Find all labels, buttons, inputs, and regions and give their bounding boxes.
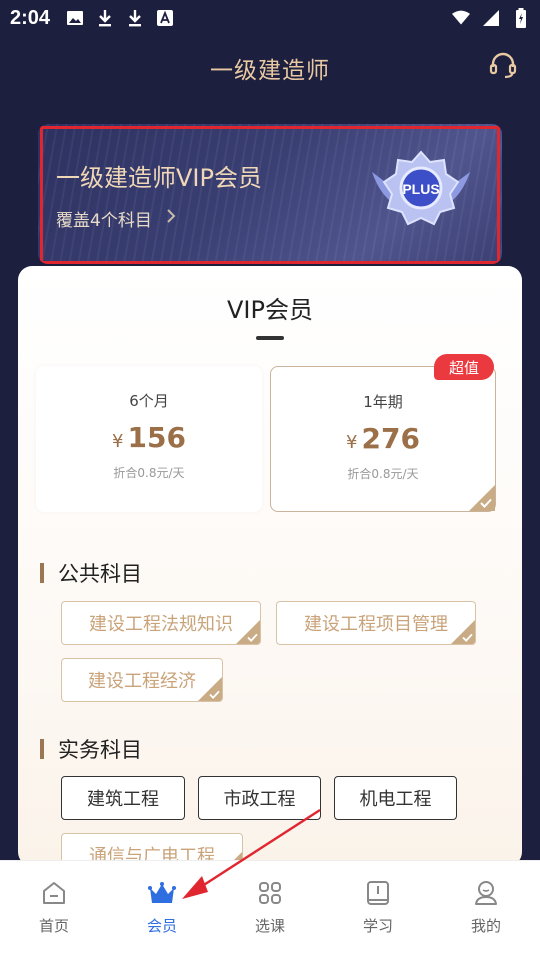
chip-label: 建筑工程 xyxy=(87,789,159,810)
subject-chip-construction[interactable]: 建筑工程 xyxy=(61,776,185,820)
plan-option-6-months[interactable]: 6个月 ¥156 折合0.8元/天 xyxy=(36,366,262,512)
check-icon xyxy=(247,633,258,642)
price-value: 156 xyxy=(127,421,186,454)
plan-daily-note: 折合0.8元/天 xyxy=(113,466,185,480)
bottom-tab-bar: 首页 会员 选课 学习 我的 xyxy=(0,860,540,960)
section-title: 实务科目 xyxy=(58,738,142,762)
page-title: 一级建造师 xyxy=(210,58,330,84)
section-title: 公共科目 xyxy=(58,562,142,586)
plan-price: ¥276 xyxy=(271,422,495,455)
chip-label: 建设工程法规知识 xyxy=(89,614,233,635)
wifi-icon xyxy=(452,9,470,27)
vip-banner[interactable]: 一级建造师VIP会员 覆盖4个科目 PLUS xyxy=(38,124,502,264)
public-subjects-heading: 公共科目 xyxy=(40,558,142,588)
chip-label: 市政工程 xyxy=(223,789,296,810)
chip-label: 建设工程项目管理 xyxy=(304,614,448,635)
subject-chip-mechanical-electrical[interactable]: 机电工程 xyxy=(334,776,457,820)
tab-courses[interactable]: 选课 xyxy=(230,879,310,960)
subject-chip-law[interactable]: 建设工程法规知识 xyxy=(61,601,261,645)
crown-icon xyxy=(148,882,176,903)
signal-icon xyxy=(482,9,500,27)
tab-vip[interactable]: 会员 xyxy=(122,879,202,960)
plan-name: 6个月 xyxy=(129,392,169,410)
status-bar: 2:04 xyxy=(0,0,540,36)
chip-label: 机电工程 xyxy=(359,789,432,810)
currency-symbol: ¥ xyxy=(346,432,358,453)
subject-chip-project-management[interactable]: 建设工程项目管理 xyxy=(276,601,476,645)
subject-chip-municipal[interactable]: 市政工程 xyxy=(198,776,321,820)
check-icon xyxy=(480,498,492,508)
subject-chip-economics[interactable]: 建设工程经济 xyxy=(61,658,223,702)
price-value: 276 xyxy=(361,422,420,455)
tab-label: 学习 xyxy=(362,917,393,935)
check-icon xyxy=(209,690,220,699)
tab-study[interactable]: 学习 xyxy=(338,879,418,960)
download-icon xyxy=(96,9,114,27)
status-time: 2:04 xyxy=(10,6,51,29)
practice-subjects-heading: 实务科目 xyxy=(40,734,142,764)
section-accent-bar xyxy=(40,739,44,759)
book-icon xyxy=(367,881,389,905)
tab-label: 选课 xyxy=(254,917,285,935)
download-icon xyxy=(126,9,144,27)
value-tag-badge: 超值 xyxy=(434,354,494,380)
top-header: 一级建造师 xyxy=(0,36,540,100)
annotation-highlight-box xyxy=(40,126,500,264)
tab-label: 会员 xyxy=(146,917,177,935)
grid-icon xyxy=(259,882,281,904)
card-title: VIP会员 xyxy=(227,296,313,324)
plan-option-1-year[interactable]: 1年期 ¥276 折合0.8元/天 xyxy=(270,366,496,512)
check-icon xyxy=(462,633,473,642)
plan-name: 1年期 xyxy=(363,393,403,411)
home-icon xyxy=(43,882,65,904)
battery-icon xyxy=(512,8,530,28)
section-accent-bar xyxy=(40,563,44,583)
plan-daily-note: 折合0.8元/天 xyxy=(347,467,419,481)
user-icon xyxy=(475,881,497,905)
currency-symbol: ¥ xyxy=(112,431,124,452)
chip-label: 建设工程经济 xyxy=(88,671,196,692)
headset-support-icon[interactable] xyxy=(488,50,518,80)
title-underline xyxy=(256,336,284,340)
image-notification-icon xyxy=(66,9,84,27)
vip-card: VIP会员 6个月 ¥156 折合0.8元/天 1年期 ¥276 折合0.8元/… xyxy=(18,266,522,866)
tab-home[interactable]: 首页 xyxy=(14,879,94,960)
font-notification-icon xyxy=(156,9,174,27)
tab-mine[interactable]: 我的 xyxy=(446,879,526,960)
plan-price: ¥156 xyxy=(36,421,262,454)
tab-label: 首页 xyxy=(38,917,69,935)
tab-label: 我的 xyxy=(470,917,501,935)
